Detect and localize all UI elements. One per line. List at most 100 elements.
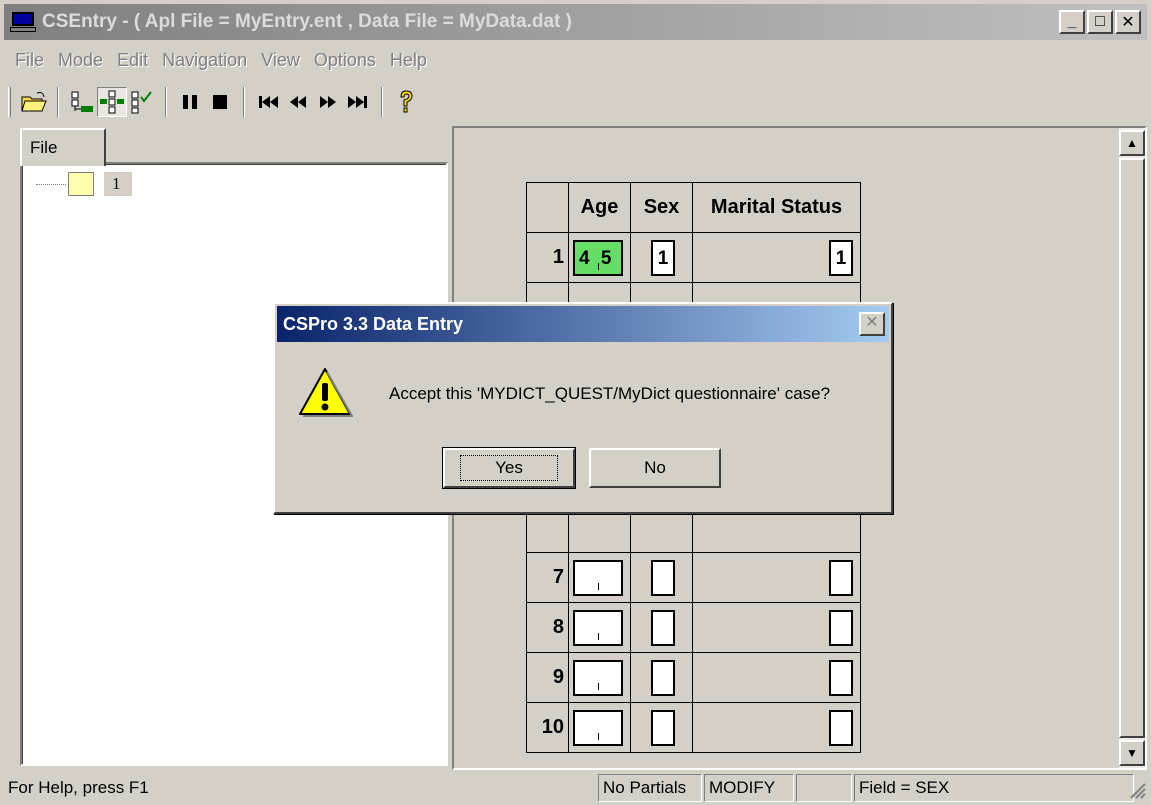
age-field[interactable] [573,709,623,746]
scroll-down-icon[interactable]: ▼ [1119,740,1145,766]
age-field[interactable]: 4 5 [573,239,623,276]
resize-grip-icon[interactable] [1127,780,1147,800]
row-number: 8 [526,602,569,653]
status-help-text: For Help, press F1 [8,778,149,797]
menu-mode[interactable]: Mode [51,48,110,76]
tab-file[interactable]: File [20,128,106,166]
menu-edit[interactable]: Edit [110,48,155,76]
age-field[interactable] [573,609,623,646]
verify-case-icon[interactable] [127,87,157,117]
last-record-icon[interactable] [343,87,373,117]
menu-help[interactable]: Help [383,48,434,76]
status-partials: No Partials [598,774,702,802]
csentry-window: CSEntry - ( Apl File = MyEntry.ent , Dat… [0,0,1151,805]
sex-cell [630,552,693,603]
previous-record-icon[interactable] [283,87,313,117]
tree-connector [36,184,66,185]
menu-bar: File Mode Edit Navigation View Options H… [8,48,434,76]
age-cell [568,552,631,603]
toolbar [8,84,421,120]
marital-status-cell [692,652,861,703]
age-field[interactable] [573,559,623,596]
marital-status-field[interactable] [829,659,853,696]
open-folder-icon[interactable] [19,87,49,117]
marital-status-cell [692,552,861,603]
dialog-message: Accept this 'MYDICT_QUEST/MyDict questio… [389,384,831,403]
toolbar-separator [381,87,383,117]
stop-icon[interactable] [205,87,235,117]
status-bar: For Help, press F1 No Partials MODIFY Fi… [0,772,1151,805]
age-field[interactable] [573,659,623,696]
help-icon[interactable] [391,87,421,117]
row-number: 1 [526,232,569,283]
corner-cell [526,182,569,233]
dialog-close-button[interactable]: ✕ [859,312,885,336]
sex-cell [630,702,693,753]
row-number: 9 [526,652,569,703]
minimize-button[interactable]: _ [1059,10,1085,34]
menu-navigation[interactable]: Navigation [155,48,254,76]
warning-icon [299,368,353,417]
column-header-marital-status: Marital Status [692,182,861,233]
next-record-icon[interactable] [313,87,343,117]
menu-file[interactable]: File [8,48,51,76]
row-number: 10 [526,702,569,753]
confirm-dialog: CSPro 3.3 Data Entry ✕ Accept this 'MYDI… [273,302,893,514]
sex-cell: 1 [630,232,693,283]
table-row: 10 [526,702,861,753]
modify-case-icon[interactable] [97,87,127,117]
scroll-up-icon[interactable]: ▲ [1119,130,1145,156]
table-row: 8 [526,602,861,653]
age-value: 4 5 [579,247,615,269]
sex-cell [630,602,693,653]
menu-options[interactable]: Options [307,48,383,76]
marital-status-field[interactable]: 1 [829,239,853,276]
node-icon[interactable] [68,172,94,196]
dialog-title: CSPro 3.3 Data Entry [277,306,889,342]
sex-cell [630,652,693,703]
age-cell [568,602,631,653]
sex-field[interactable] [651,659,675,696]
column-header-age: Age [568,182,631,233]
age-cell [568,702,631,753]
marital-status-cell [692,602,861,653]
title-bar: CSEntry - ( Apl File = MyEntry.ent , Dat… [4,4,1147,40]
first-record-icon[interactable] [253,87,283,117]
status-blank [796,774,852,802]
row-number: 7 [526,552,569,603]
age-cell [568,652,631,703]
sex-field[interactable] [651,559,675,596]
sex-field[interactable] [651,709,675,746]
toolbar-grip [8,87,11,117]
marital-status-cell [692,702,861,753]
tree-node-label[interactable]: 1 [104,172,132,196]
yes-button[interactable]: Yes [442,447,576,489]
age-cell: 4 5 [568,232,631,283]
vertical-scrollbar[interactable]: ▲ ▼ [1119,128,1145,768]
no-button[interactable]: No [589,448,721,488]
window-title: CSEntry - ( Apl File = MyEntry.ent , Dat… [42,11,572,32]
toolbar-separator [57,87,59,117]
column-header-sex: Sex [630,182,693,233]
status-field: Field = SEX [854,774,1134,802]
yes-button-label: Yes [460,455,558,481]
toolbar-separator [165,87,167,117]
marital-status-field[interactable] [829,609,853,646]
sex-field[interactable] [651,609,675,646]
table-row: 7 [526,552,861,603]
marital-status-cell: 1 [692,232,861,283]
computer-icon [10,11,36,33]
menu-view[interactable]: View [254,48,307,76]
maximize-button[interactable]: □ [1087,10,1113,34]
table-row: 1 4 5 1 1 [526,232,861,283]
add-case-icon[interactable] [67,87,97,117]
pause-icon[interactable] [175,87,205,117]
marital-status-field[interactable] [829,709,853,746]
sex-field[interactable]: 1 [651,239,675,276]
marital-status-field[interactable] [829,559,853,596]
toolbar-separator [243,87,245,117]
close-button[interactable]: ✕ [1115,10,1141,34]
status-mode: MODIFY [704,774,794,802]
scroll-thumb[interactable] [1119,158,1145,738]
table-row: 9 [526,652,861,703]
